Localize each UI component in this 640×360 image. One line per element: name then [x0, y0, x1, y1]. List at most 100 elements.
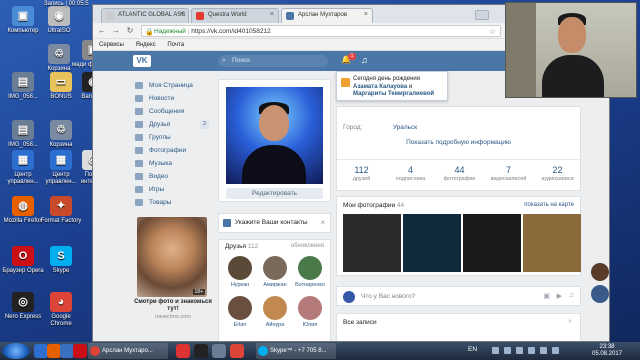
friend-item[interactable]: Нуркан: [225, 256, 255, 288]
close-icon[interactable]: ×: [320, 214, 325, 232]
close-icon[interactable]: ×: [364, 11, 368, 18]
desktop-icon[interactable]: ♲ Корзина: [40, 120, 82, 149]
chat-avatar[interactable]: [591, 263, 609, 281]
profile-counter[interactable]: 4 подписчика: [386, 165, 435, 182]
desktop-icon[interactable]: ◎ Nero Express: [2, 292, 44, 321]
search-icon[interactable]: ⌕: [568, 318, 572, 326]
tab-questra[interactable]: Questra World ×: [191, 8, 279, 23]
profile-photo[interactable]: [226, 87, 323, 184]
camera-icon[interactable]: ▣: [543, 292, 550, 300]
bookmark-mail[interactable]: Почта: [167, 42, 184, 48]
bookmark-star-icon[interactable]: ☆: [489, 26, 496, 37]
sidebar-item[interactable]: Сообщения: [133, 105, 213, 118]
tray-icon[interactable]: [528, 347, 535, 354]
desktop-icon[interactable]: O Браузер Opera: [2, 246, 44, 275]
sidebar-item[interactable]: Видео: [133, 170, 213, 183]
profile-counter[interactable]: 112 друзей: [337, 165, 386, 182]
sidebar-item[interactable]: Новости: [133, 92, 213, 105]
bookmark-services[interactable]: Сервисы: [99, 42, 124, 48]
profile-counter[interactable]: 44 фотографии: [435, 165, 484, 182]
new-tab-button[interactable]: [475, 10, 489, 20]
friend-item[interactable]: Ботнаренко: [295, 256, 325, 288]
birthday-person-1[interactable]: Азамата Калауова: [353, 84, 407, 90]
start-button[interactable]: [2, 343, 30, 359]
sidebar-item[interactable]: Товары: [133, 196, 213, 209]
desktop-icon[interactable]: ◕ Google Chrome: [40, 292, 82, 328]
tab-atlantic[interactable]: ATLANTIC GLOBAL ASS ×: [101, 8, 189, 23]
sidebar-item[interactable]: Моя Страница: [133, 79, 213, 92]
sidebar-item[interactable]: Игры: [133, 183, 213, 196]
search-input[interactable]: ⌕ Поиск: [218, 55, 328, 67]
photo-thumbnail[interactable]: [463, 214, 521, 272]
forward-icon[interactable]: →: [111, 26, 121, 36]
music-icon[interactable]: ♫: [361, 55, 368, 65]
volume-icon[interactable]: [552, 347, 559, 354]
taskbar-pinned-app[interactable]: [34, 344, 48, 358]
photo-thumbnail[interactable]: [343, 214, 401, 272]
taskbar-pinned-app[interactable]: [73, 344, 87, 358]
desktop-icon[interactable]: ▦ Центр управлен...: [2, 150, 44, 186]
all-posts-tab[interactable]: Все записи ⌕: [336, 313, 581, 341]
tab-vk-profile[interactable]: Арслан Мухтаров ×: [281, 8, 373, 23]
taskbar-pinned-app[interactable]: [194, 344, 208, 358]
friend-item[interactable]: Юлия: [295, 296, 325, 328]
music-attach-icon[interactable]: ♫: [569, 292, 574, 299]
tray-icon[interactable]: [492, 347, 499, 354]
ad-title[interactable]: Смотри фото и знакомься тут!: [133, 299, 213, 313]
desktop-icon[interactable]: ✦ Format Factory: [40, 196, 82, 225]
sidebar-item[interactable]: Фотографии: [133, 144, 213, 157]
network-icon[interactable]: [540, 347, 547, 354]
sidebar-item[interactable]: Группы: [133, 131, 213, 144]
edit-profile-button[interactable]: Редактировать: [226, 188, 323, 199]
taskbar-pinned-app[interactable]: [212, 344, 226, 358]
sidebar-item-label: Друзья: [149, 121, 171, 128]
show-more-info-link[interactable]: Показать подробную информацию: [337, 139, 580, 146]
reload-icon[interactable]: ↻: [125, 26, 135, 36]
new-post-box[interactable]: Что у Вас нового? ▣ ▶ ♫: [336, 286, 581, 306]
address-bar[interactable]: 🔒 Надежный | https://vk.com/id401058212 …: [141, 25, 501, 37]
back-icon[interactable]: ←: [97, 26, 107, 36]
profile-counter[interactable]: 22 аудиозаписи: [533, 165, 582, 182]
birthday-notification[interactable]: Сегодня день рождения Азамата Калауова и…: [336, 71, 448, 101]
profile-counter[interactable]: 7 видеозаписей: [484, 165, 533, 182]
contacts-banner[interactable]: Укажите Ваши контакты ×: [218, 213, 331, 233]
friend-item[interactable]: Erlan: [225, 296, 255, 328]
taskbar-pinned-app[interactable]: [230, 344, 244, 358]
photo-thumbnail[interactable]: [403, 214, 461, 272]
search-icon: ⌕: [222, 57, 226, 64]
sidebar-item[interactable]: Друзья 2: [133, 118, 213, 131]
friends-updates-link[interactable]: обновления: [291, 240, 324, 253]
desktop-icon[interactable]: ◉ UltraISO: [38, 6, 80, 35]
photo-thumbnail[interactable]: [523, 214, 581, 272]
taskbar-skype-window[interactable]: Skype™ - +7 705 8...: [256, 343, 336, 359]
desktop-icon[interactable]: S Skype: [40, 246, 82, 275]
language-indicator[interactable]: EN: [468, 346, 477, 353]
taskbar-chrome-window[interactable]: Арслан Мухтаро...: [88, 343, 168, 359]
desktop-icon[interactable]: ▤ IMG_058...: [2, 120, 44, 149]
ad-site[interactable]: navechno.com: [133, 314, 213, 320]
friend-item[interactable]: Амиржан: [260, 256, 290, 288]
taskbar-pinned-app[interactable]: [60, 344, 74, 358]
show-on-map-link[interactable]: показать на карте: [524, 202, 574, 208]
photos-header[interactable]: Мои фотографии 44: [343, 202, 404, 209]
bookmark-yandex[interactable]: Яндекс: [136, 42, 156, 48]
video-icon[interactable]: ▶: [557, 292, 562, 300]
sidebar-item[interactable]: Музыка: [133, 157, 213, 170]
city-value[interactable]: Уральск: [393, 124, 417, 131]
chat-avatar[interactable]: [591, 285, 609, 303]
friends-header[interactable]: Друзья 112 обновления: [219, 240, 330, 253]
friend-item[interactable]: Айнура: [260, 296, 290, 328]
birthday-person-2[interactable]: Маргариты Темиргалиевой: [353, 91, 434, 97]
taskbar-pinned-app[interactable]: [47, 344, 61, 358]
system-clock[interactable]: 23:38 05.08.2017: [592, 344, 622, 358]
tray-icon[interactable]: [504, 347, 511, 354]
vk-logo[interactable]: VK: [133, 55, 151, 67]
tray-icon[interactable]: [516, 347, 523, 354]
close-icon[interactable]: ×: [180, 11, 184, 18]
desktop-icon[interactable]: ▤ IMG_058...: [2, 72, 44, 101]
ad-image[interactable]: 18+: [137, 217, 207, 297]
taskbar-pinned-app[interactable]: [176, 344, 190, 358]
close-icon[interactable]: ×: [270, 11, 274, 18]
desktop-icon[interactable]: ◍ Mozilla Firefox: [2, 196, 44, 225]
ad-block[interactable]: 18+ Смотри фото и знакомься тут! navechn…: [133, 217, 213, 322]
